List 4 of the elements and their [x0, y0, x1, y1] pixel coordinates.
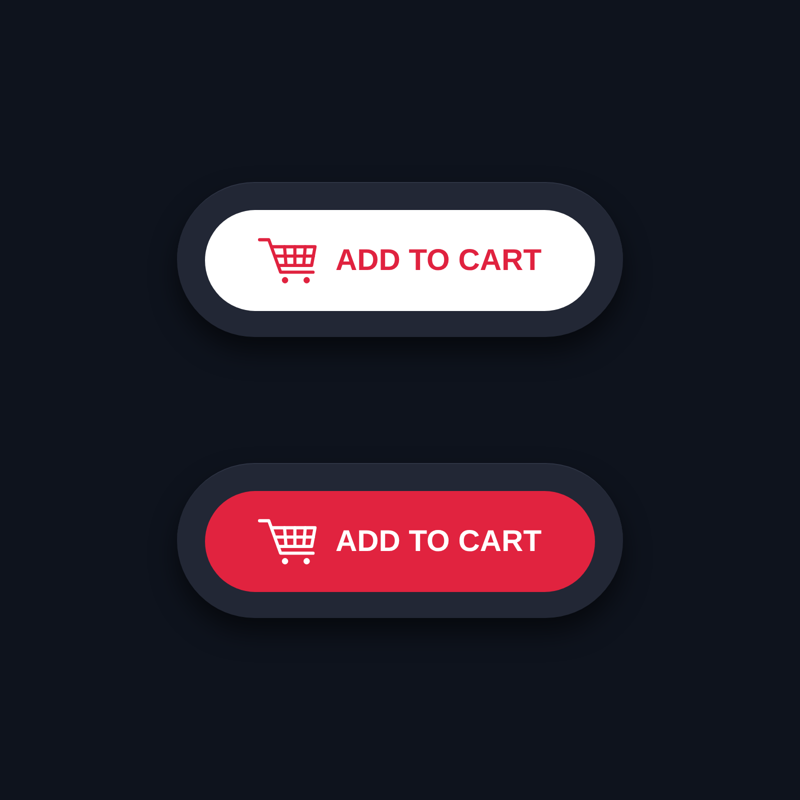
cart-icon: [258, 236, 318, 284]
add-to-cart-button[interactable]: ADD TO CART: [205, 210, 595, 311]
add-to-cart-button[interactable]: ADD TO CART: [205, 491, 595, 592]
cart-icon: [258, 518, 318, 566]
